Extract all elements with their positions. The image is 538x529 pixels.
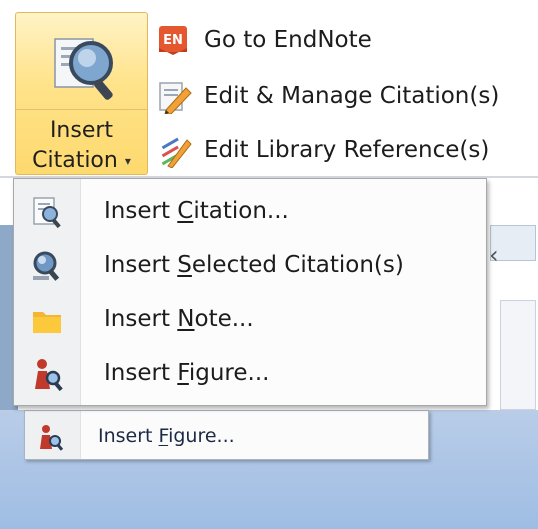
menu-item-label: Insert Figure... [104, 360, 270, 386]
edit-library-reference-label: Edit Library Reference(s) [204, 137, 490, 163]
go-to-endnote-button[interactable]: EN Go to EndNote [156, 22, 372, 58]
edit-manage-citations-label: Edit & Manage Citation(s) [204, 83, 500, 109]
menu-item-label: Insert Selected Citation(s) [104, 252, 404, 278]
endnote-badge-text: EN [163, 33, 183, 48]
menu-item-insert-figure[interactable]: Insert Figure... [14, 347, 486, 399]
edit-reference-icon [161, 137, 192, 168]
insert-citation-button[interactable]: Insert Citation ▾ [15, 12, 148, 175]
insert-citation-magnifier-icon [54, 38, 113, 100]
insert-selected-citation-icon [33, 251, 60, 281]
side-pane [500, 300, 536, 410]
insert-figure-icon [35, 359, 63, 391]
endnote-icon: EN [159, 26, 187, 55]
ghost-menu-item-insert-figure[interactable]: Insert Figure... [24, 410, 429, 460]
button-split-separator [16, 109, 147, 110]
edit-library-reference-button[interactable]: Edit Library Reference(s) [156, 132, 489, 168]
insert-citation-icon [33, 197, 61, 229]
edit-manage-citations-button[interactable]: Edit & Manage Citation(s) [156, 78, 499, 114]
insert-citation-label-line2[interactable]: Citation ▾ [16, 150, 147, 172]
menu-item-label: Insert Citation... [104, 198, 289, 224]
insert-citation-label-line1: Insert [49, 118, 114, 143]
go-to-endnote-label: Go to EndNote [204, 27, 372, 53]
chevron-left-icon[interactable]: ‹ [489, 243, 499, 267]
insert-citation-label-text: Citation [32, 148, 118, 173]
menu-item-insert-note[interactable]: Insert Note... [14, 293, 486, 345]
ghost-menu-item-label: Insert Figure... [98, 425, 235, 447]
insert-figure-icon [40, 425, 64, 451]
insert-citation-dropdown-menu: Insert Citation... Insert Selected Citat… [13, 178, 487, 406]
menu-item-label: Insert Note... [104, 306, 254, 332]
chevron-down-icon: ▾ [124, 154, 131, 168]
folder-icon [33, 312, 61, 333]
endnote-ribbon-group: Insert Citation ▾ EN Go to EndNote Edit … [0, 0, 538, 178]
menu-item-insert-citation[interactable]: Insert Citation... [14, 185, 486, 237]
menu-item-insert-selected-citations[interactable]: Insert Selected Citation(s) [14, 239, 486, 291]
edit-citation-icon [159, 82, 192, 114]
